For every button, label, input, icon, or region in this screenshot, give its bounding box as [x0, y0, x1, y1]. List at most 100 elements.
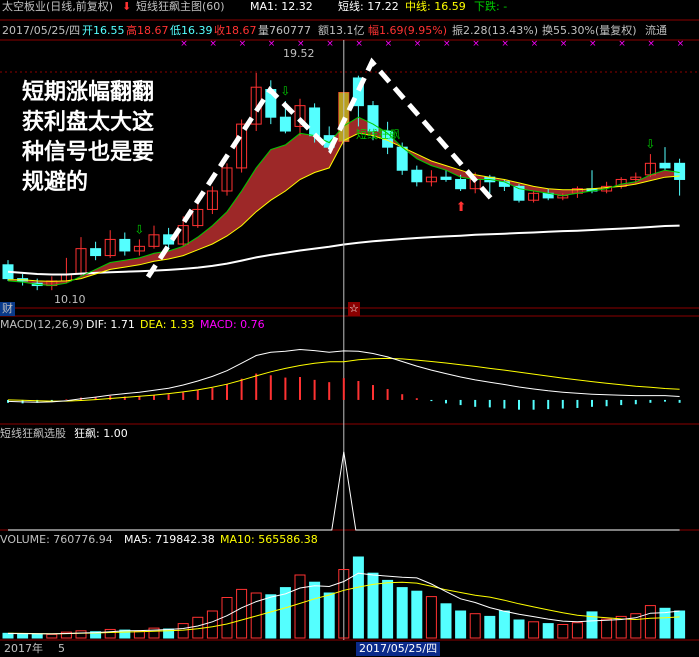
top-marker-x: × [677, 39, 685, 49]
ma1-value: MA1: 12.32 [250, 0, 313, 13]
volume-bar [382, 579, 394, 639]
candle-body [396, 146, 408, 171]
quote-amplitude: 振2.28(13.43%) [452, 24, 539, 37]
annotation-line: 种信号也是要 [22, 140, 155, 165]
volume-bar [206, 610, 218, 639]
volume-bar [352, 556, 364, 639]
volume-ma5: MA5: 719842.38 [124, 533, 215, 546]
quote-turnover: 换55.30%(量复权) [542, 24, 637, 37]
volume-bar [17, 633, 29, 639]
annotation-note: 短期涨幅翻翻 获利盘太大这 种信号也是要 规避的 [22, 78, 154, 198]
volume-bar [265, 594, 277, 639]
volume-bar [75, 630, 87, 639]
volume-bar [674, 610, 686, 639]
top-marker-x: × [443, 39, 451, 49]
candle-body [498, 181, 510, 187]
quote-date: 2017/05/25/四 [2, 24, 81, 37]
top-marker-x: × [531, 39, 539, 49]
finance-tag[interactable]: 财 [0, 302, 15, 316]
volume-bar [425, 596, 437, 639]
volume-bar [601, 618, 613, 639]
quote-volume: 量760777 [258, 24, 311, 37]
volume-bar [528, 621, 540, 639]
volume-bar [323, 592, 335, 639]
top-marker-x: × [326, 39, 334, 49]
sell-arrow-icon: ⬆ [456, 200, 467, 215]
annotation-line: 短期涨幅翻翻 [22, 80, 155, 105]
candle-body [119, 238, 131, 252]
signal-series-label: 短线狂飙 [356, 128, 400, 141]
top-marker-x: × [472, 39, 480, 49]
volume-bar [513, 619, 525, 639]
top-marker-x: × [560, 39, 568, 49]
volume-title: VOLUME: 760776.94 [0, 533, 113, 546]
top-marker-x: × [589, 39, 597, 49]
top-marker-x: × [414, 39, 422, 49]
top-marker-x: × [385, 39, 393, 49]
volume-bar [542, 623, 554, 639]
signal-value: 狂飙: 1.00 [74, 427, 128, 440]
high-price-label: 19.52 [283, 47, 315, 60]
volume-bar [46, 633, 58, 639]
top-marker-x: × [647, 39, 655, 49]
down-value: 下跌: - [474, 0, 508, 13]
indicator-name[interactable]: 短线狂飙主图(60) [136, 0, 225, 14]
mid-line-value: 中线: 16.59 [405, 0, 466, 13]
cursor-marker: ☆ [348, 302, 360, 316]
candle-body [455, 178, 467, 190]
top-marker-x: × [618, 39, 626, 49]
macd-value: MACD: 0.76 [200, 318, 265, 331]
candle-body [279, 116, 291, 132]
volume-bar [31, 633, 43, 639]
top-marker-x: × [501, 39, 509, 49]
quote-change: 幅1.69(9.95%) [368, 24, 448, 37]
volume-bar [294, 574, 306, 639]
low-price-label: 10.10 [54, 293, 86, 306]
quote-float: 流通 [645, 24, 667, 37]
candle-body [411, 169, 423, 183]
candle-body [90, 248, 102, 257]
top-marker-x: × [209, 39, 217, 49]
candle-body [309, 107, 321, 137]
volume-bar [177, 623, 189, 639]
candle-body [659, 162, 671, 169]
quote-low: 低16.39 [170, 24, 213, 37]
macd-dif: DIF: 1.71 [86, 318, 135, 331]
volume-bar [484, 615, 496, 639]
volume-bar [498, 610, 510, 639]
macd-title: MACD(12,26,9) [0, 318, 84, 331]
volume-bar [571, 622, 583, 639]
macd-dea: DEA: 1.33 [140, 318, 195, 331]
candle-body [674, 162, 686, 180]
volume-bar [440, 603, 452, 639]
stock-chart-window: × × × × × × × × × × × × × × × × × × ⇩ ⇩ ⇩ ⬆ 太空板业(日线,前复权) ⬇ 短线… [0, 0, 699, 657]
footer-month: 5 [58, 642, 65, 655]
volume-bar [455, 610, 467, 639]
volume-bar [367, 572, 379, 639]
volume-bar [396, 587, 408, 639]
signal-title: 短线狂飙选股 [0, 427, 66, 440]
volume-bar [192, 616, 204, 639]
top-marker-x: × [180, 39, 188, 49]
volume-bar [557, 624, 569, 639]
footer-year: 2017年 [4, 642, 43, 655]
buy-arrow-icon: ⇩ [134, 222, 144, 236]
buy-arrow-icon: ⇩ [280, 84, 290, 98]
volume-bar [236, 588, 248, 639]
stock-title: 太空板业(日线,前复权) [2, 0, 114, 13]
volume-bar [644, 605, 656, 639]
top-marker-x: × [268, 39, 276, 49]
quote-open: 开16.55 [82, 24, 125, 37]
quote-close: 收18.67 [214, 24, 257, 37]
candle-body [440, 176, 452, 180]
volume-bar [469, 613, 481, 639]
top-marker-x: × [355, 39, 363, 49]
volume-bar [309, 581, 321, 639]
annotation-line: 获利盘太大这 [22, 110, 155, 135]
volume-bar [221, 597, 233, 639]
volume-bar [411, 590, 423, 639]
footer-date-box: 2017/05/25/四 [356, 642, 441, 656]
short-line-value: 短线: 17.22 [338, 0, 399, 13]
indicator-arrow-icon: ⬇ [122, 0, 132, 13]
annotation-line: 规避的 [22, 170, 89, 195]
